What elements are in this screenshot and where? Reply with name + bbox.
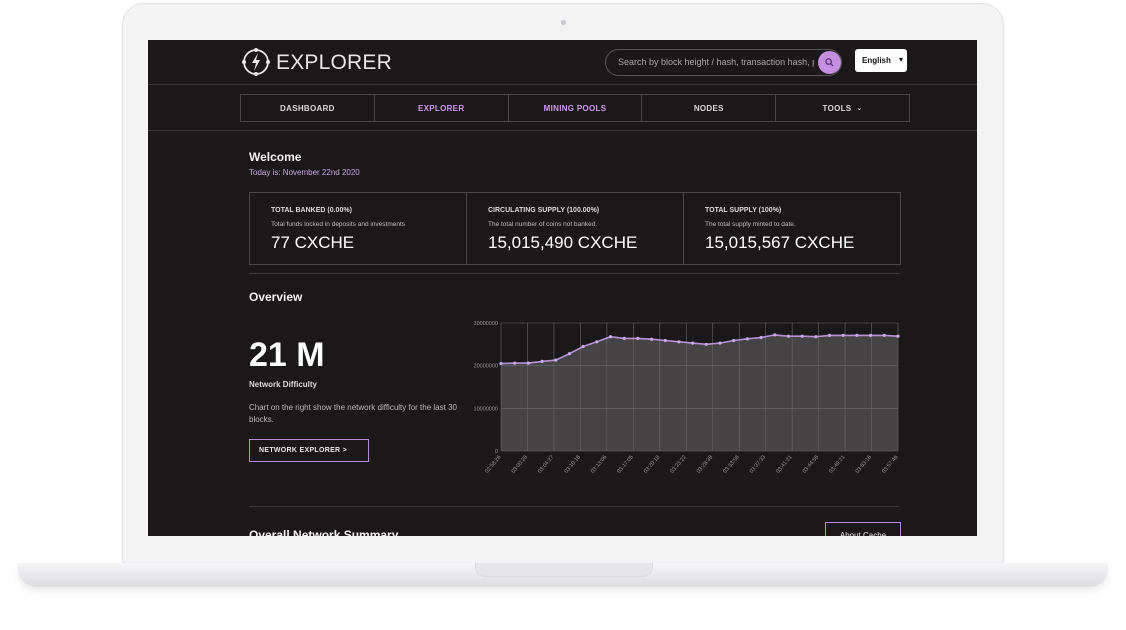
difficulty-note: Chart on the right show the network diff… (249, 403, 457, 424)
x-tick-label: 03:57:46 (881, 454, 899, 474)
stat-total-banked: TOTAL BANKED (0.00%) Total funds locked … (250, 193, 467, 264)
nav-tools[interactable]: TOOLS ⌄ (776, 95, 909, 121)
data-point (896, 334, 900, 338)
x-tick-label: 03:04:27 (537, 454, 555, 474)
data-point (786, 334, 791, 338)
data-point (622, 336, 626, 340)
overview-title: Overview (249, 290, 303, 304)
data-point (567, 352, 571, 356)
data-point (513, 361, 517, 365)
data-point (814, 335, 818, 339)
stat-value: 15,015,490 CXCHE (488, 233, 638, 252)
x-tick-label: 02:58:26 (484, 454, 502, 474)
section-divider (249, 506, 899, 507)
nav-dashboard[interactable]: DASHBOARD (241, 95, 375, 121)
x-tick-label: 03:10:18 (564, 454, 582, 474)
main-nav: DASHBOARD EXPLORER MINING POOLS NODES TO… (240, 94, 910, 122)
chevron-down-icon: ▾ (898, 55, 903, 64)
nav-tools-label: TOOLS (822, 103, 852, 113)
data-point (718, 341, 722, 345)
search-box[interactable]: Search by block height / hash, transacti… (605, 49, 842, 76)
laptop-notch (475, 563, 653, 577)
search-button[interactable] (818, 51, 841, 74)
stat-value: 77 CXCHE (271, 233, 355, 252)
difficulty-value: 21 M (249, 336, 325, 374)
data-point (800, 334, 804, 338)
x-tick-label: 03:33:58 (722, 454, 740, 474)
x-tick-label: 03:49:21 (828, 454, 846, 474)
data-point (540, 359, 544, 363)
data-point (882, 333, 886, 337)
y-tick-label: 30000000 (474, 321, 498, 327)
x-tick-label: 03:23:22 (669, 454, 687, 474)
nav-explorer[interactable]: EXPLORER (375, 95, 509, 121)
language-value: English (862, 56, 891, 65)
camera-dot (561, 20, 566, 25)
data-point (841, 333, 845, 337)
data-point (732, 338, 736, 343)
brand-title: EXPLORER (276, 51, 392, 74)
difficulty-chart: 300000002000000010000000002:58:26 03:00:2… (474, 321, 900, 475)
today-date: Today is: November 22nd 2020 (249, 168, 360, 177)
stat-desc: Total funds locked in deposits and inves… (271, 221, 406, 228)
data-point (759, 335, 763, 340)
chevron-down-icon: ⌄ (856, 105, 863, 112)
x-tick-label: 03:53:16 (855, 454, 873, 474)
data-point (499, 361, 503, 366)
nav-nodes[interactable]: NODES (642, 95, 777, 121)
data-point (677, 340, 681, 344)
section-divider (249, 273, 899, 274)
stat-title: TOTAL SUPPLY (100%) (705, 207, 782, 214)
stat-total-supply: TOTAL SUPPLY (100%) The total supply min… (684, 193, 900, 264)
stat-title: CIRCULATING SUPPLY (100.00%) (488, 207, 600, 214)
x-tick-label: 03:17:05 (616, 454, 634, 474)
search-icon (825, 58, 834, 67)
data-point (595, 340, 599, 344)
data-point (869, 333, 873, 337)
data-point (650, 337, 654, 341)
data-point (663, 338, 667, 343)
x-tick-label: 03:44:58 (802, 454, 820, 474)
network-explorer-button[interactable]: NETWORK EXPLORER > (249, 439, 369, 462)
data-point (581, 344, 585, 349)
data-point (745, 337, 749, 341)
y-tick-label: 10000000 (474, 406, 498, 412)
laptop-screen: EXPLORER Search by block height / hash, … (148, 40, 977, 536)
x-tick-label: 03:37:33 (749, 454, 767, 474)
x-tick-label: 03:28:38 (696, 454, 714, 474)
logo-icon[interactable] (240, 46, 272, 78)
about-cache-button[interactable]: About Cache (825, 522, 901, 536)
data-point (855, 333, 859, 337)
x-tick-label: 03:00:28 (511, 454, 529, 474)
stat-circulating-supply: CIRCULATING SUPPLY (100.00%) The total n… (467, 193, 684, 264)
stat-desc: The total number of coins not banked. (488, 221, 598, 228)
nav-mining-pools[interactable]: MINING POOLS (509, 95, 643, 121)
data-point (704, 342, 708, 346)
data-point (773, 333, 777, 337)
y-tick-label: 20000000 (474, 364, 498, 370)
summary-title: Overall Network Summary (249, 528, 399, 536)
data-point (691, 341, 695, 345)
nav-divider (148, 130, 977, 131)
x-tick-label: 03:41:21 (775, 454, 793, 474)
stat-title: TOTAL BANKED (0.00%) (271, 207, 352, 214)
stat-value: 15,015,567 CXCHE (705, 233, 855, 252)
data-point (526, 361, 530, 365)
area-fill (501, 334, 898, 451)
stats-panel: TOTAL BANKED (0.00%) Total funds locked … (249, 192, 901, 265)
difficulty-label: Network Difficulty (249, 380, 318, 389)
data-point (608, 335, 613, 339)
top-bar: EXPLORER Search by block height / hash, … (148, 40, 977, 85)
data-point (828, 333, 832, 337)
welcome-title: Welcome (249, 150, 302, 164)
data-point (636, 336, 640, 340)
data-point (554, 358, 558, 362)
stat-desc: The total supply minted to date. (705, 221, 796, 228)
search-input[interactable]: Search by block height / hash, transacti… (618, 57, 814, 67)
language-select[interactable]: English ▾ (855, 49, 907, 72)
x-tick-label: 03:20:18 (643, 454, 661, 474)
x-tick-label: 03:13:06 (590, 454, 608, 474)
